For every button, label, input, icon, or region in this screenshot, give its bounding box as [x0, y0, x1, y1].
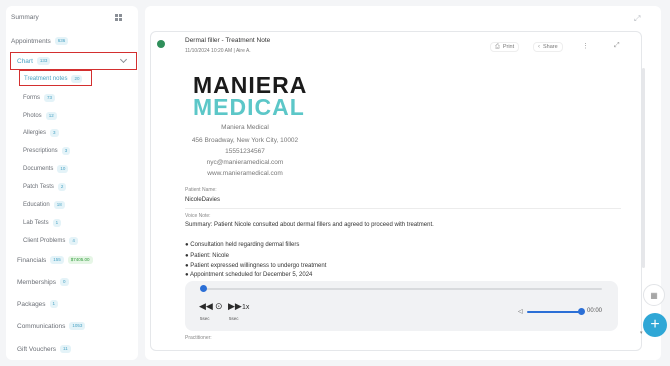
patient-name: NicoleDavies: [185, 197, 221, 203]
sidebar-subitem-lab-tests[interactable]: Lab Tests 1: [23, 219, 62, 227]
sidebar-subitem-patch-tests[interactable]: Patch Tests 2: [23, 183, 67, 191]
sidebar-subitem-forms[interactable]: Forms 73: [23, 94, 56, 102]
sidebar-item-label: Memberships: [17, 278, 57, 286]
audio-progress-track[interactable]: [204, 288, 602, 290]
voice-note-label: Voice Note:: [185, 213, 211, 219]
sidebar-item-label: Summary: [11, 14, 39, 21]
voice-note-bullet: ● Patient: Nicole: [185, 253, 229, 259]
sidebar-subitem-label: Allergies: [23, 130, 47, 136]
clinic-logo-line2: MEDICAL: [193, 94, 305, 120]
sidebar-subitem-allergies[interactable]: Allergies 3: [23, 129, 59, 137]
sidebar-item-chart[interactable]: Chart 133: [17, 56, 127, 66]
document-icon: [157, 40, 165, 48]
clinic-phone: 15551234567: [225, 148, 265, 155]
voice-note-bullet: ● Consultation held regarding dermal fil…: [185, 242, 300, 248]
sidebar-item-financials[interactable]: Financials 155 $7405.00: [17, 256, 93, 264]
sidebar-subitem-client-problems[interactable]: Client Problems 4: [23, 237, 78, 245]
sidebar-item-packages[interactable]: Packages 1: [17, 300, 59, 308]
voice-note-summary: Summary: Patient Nicole consulted about …: [185, 222, 434, 228]
count-badge: 18: [53, 201, 65, 209]
sidebar-subitem-label: Documents: [23, 166, 54, 172]
rewind-icon[interactable]: ◀◀: [199, 302, 213, 311]
calendar-icon[interactable]: ▦: [643, 284, 665, 306]
sidebar-subitem-label: Education: [23, 202, 50, 208]
sidebar-item-label: Packages: [17, 300, 46, 308]
count-badge: 12: [45, 112, 57, 120]
sidebar-item-appointments[interactable]: Appointments 636: [11, 37, 69, 45]
count-badge: 20: [71, 75, 83, 83]
note-meta: 11/10/2024 10:20 AM | Aire A.: [185, 48, 251, 54]
play-icon[interactable]: ⊙: [215, 302, 223, 311]
share-label: Share: [543, 44, 558, 50]
patient-name-label: Patient Name:: [185, 187, 217, 193]
count-badge: 1053: [69, 322, 86, 330]
sidebar-subitem-label: Treatment notes: [24, 76, 68, 82]
voice-note-bullet: ● Appointment scheduled for December 5, …: [185, 272, 313, 278]
count-badge: 3: [61, 147, 71, 155]
share-button[interactable]: ‹ Share: [533, 42, 563, 52]
sidebar-subitem-education[interactable]: Education 18: [23, 201, 65, 209]
sidebar-subitem-label: Patch Tests: [23, 184, 54, 190]
volume-icon[interactable]: ◁: [518, 308, 523, 315]
sidebar-item-summary[interactable]: Summary: [11, 14, 39, 21]
note-title: Dermal filler - Treatment Note: [185, 37, 271, 44]
sidebar-subitem-photos[interactable]: Photos 12: [23, 112, 57, 120]
sidebar-item-label: Communications: [17, 322, 66, 330]
print-label: Print: [502, 44, 515, 50]
divider: [185, 208, 621, 209]
volume-slider[interactable]: [527, 311, 581, 313]
sidebar-subitem-treatment-notes[interactable]: Treatment notes 20: [24, 75, 83, 83]
sidebar-item-memberships[interactable]: Memberships 0: [17, 278, 69, 286]
share-icon: ‹: [538, 44, 540, 50]
sidebar-subitem-label: Forms: [23, 95, 40, 101]
sidebar-subitem-label: Client Problems: [23, 238, 66, 244]
audio-time: 00:00: [587, 308, 603, 314]
count-badge: 133: [36, 57, 51, 65]
amount-badge: $7405.00: [67, 256, 93, 264]
count-badge: 636: [54, 37, 69, 45]
sidebar-subitem-label: Prescriptions: [23, 148, 58, 154]
sidebar-item-gift-vouchers[interactable]: Gift Vouchers 11: [17, 345, 71, 353]
scroll-down-icon[interactable]: ▾: [640, 330, 643, 336]
practitioner-label: Practitioner:: [185, 335, 212, 341]
sidebar-item-label: Gift Vouchers: [17, 345, 57, 353]
count-badge: 0: [60, 278, 69, 286]
sidebar-subitem-label: Photos: [23, 113, 42, 119]
grid-view-icon[interactable]: [115, 14, 122, 21]
count-badge: 155: [50, 256, 64, 264]
volume-handle[interactable]: [578, 308, 585, 315]
forward-label: 5sec: [229, 316, 239, 321]
sidebar-item-label: Financials: [17, 256, 47, 264]
more-options-icon[interactable]: ⋮: [582, 42, 589, 50]
clinic-website: www.manieramedical.com: [207, 170, 283, 177]
sidebar-item-label: Appointments: [11, 37, 51, 45]
count-badge: 11: [60, 345, 71, 353]
count-badge: 3: [50, 129, 59, 137]
count-badge: 4: [69, 237, 78, 245]
clinic-address: 456 Broadway, New York City, 10002: [191, 137, 299, 144]
sidebar-item-communications[interactable]: Communications 1053: [17, 322, 86, 330]
add-button[interactable]: +: [643, 313, 667, 337]
rewind-label: 5sec: [200, 316, 210, 321]
sidebar-subitem-documents[interactable]: Documents 10: [23, 165, 69, 173]
sidebar-subitem-prescriptions[interactable]: Prescriptions 3: [23, 147, 71, 155]
forward-icon[interactable]: ▶▶: [228, 302, 242, 311]
playback-speed[interactable]: 1x: [242, 304, 249, 311]
count-badge: 73: [44, 94, 56, 102]
count-badge: 2: [57, 183, 67, 191]
expand-icon[interactable]: ⤢: [634, 14, 640, 24]
count-badge: 1: [49, 300, 59, 308]
sidebar-item-label: Chart: [17, 57, 33, 65]
print-button[interactable]: ⎙ Print: [490, 42, 520, 52]
expand-note-icon[interactable]: ⤢: [614, 42, 620, 50]
scrollbar[interactable]: [642, 68, 645, 268]
sidebar-subitem-label: Lab Tests: [23, 220, 49, 226]
voice-note-bullet: ● Patient expressed willingness to under…: [185, 263, 327, 269]
count-badge: 10: [57, 165, 69, 173]
clinic-name: Maniera Medical: [221, 124, 269, 131]
clinic-email: nyc@manieramedical.com: [206, 159, 284, 166]
count-badge: 1: [52, 219, 62, 227]
print-icon: ⎙: [495, 43, 500, 50]
audio-progress-handle[interactable]: [200, 285, 207, 292]
